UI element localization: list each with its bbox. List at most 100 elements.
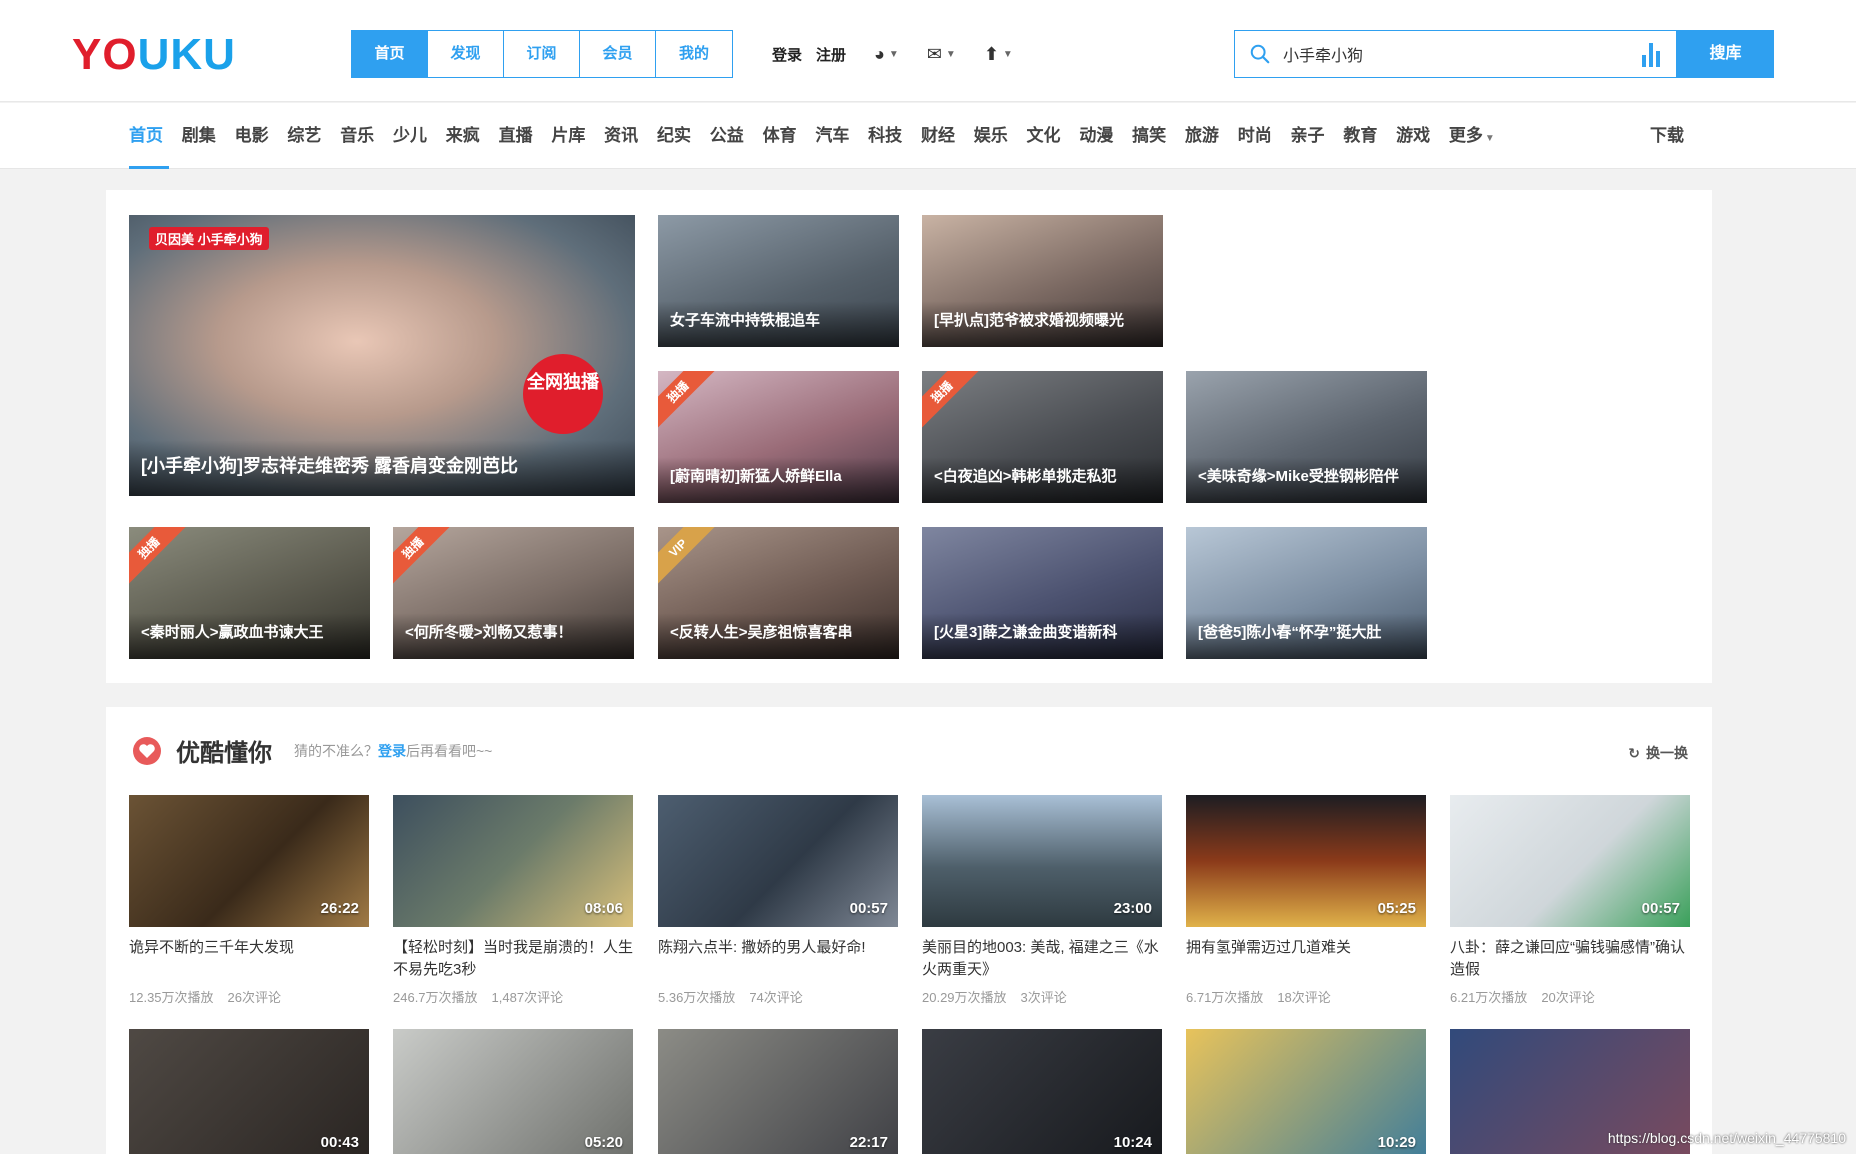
channel-item[interactable]: 亲子 [1291,103,1344,169]
channel-item[interactable]: 游戏 [1396,103,1449,169]
comment-count: 3次评论 [1020,990,1067,1005]
video-thumbnail[interactable]: 00:43 [129,1029,369,1154]
login-link[interactable]: 登录 [772,44,802,65]
history-menu[interactable]: ◕ ▼ [874,44,899,65]
featured-tile[interactable]: 女子车流中持铁棍追车 [658,215,899,347]
message-menu[interactable]: ✉ ▼ [927,44,956,65]
video-thumbnail[interactable]: 08:06 [393,795,633,927]
channel-item[interactable]: 文化 [1027,103,1080,169]
video-thumbnail[interactable]: 00:57 [1450,795,1690,927]
tile-caption: <反转人生>吴彦祖惊喜客串 [658,613,899,659]
search-input[interactable] [1283,37,1603,71]
channel-item[interactable]: 汽车 [815,103,868,169]
video-thumbnail[interactable]: 26:22 [129,795,369,927]
topnav-discover[interactable]: 发现 [428,31,504,77]
channel-item[interactable]: 娱乐 [974,103,1027,169]
channel-item-label: 电影 [234,126,269,145]
play-count: 12.35万次播放 [129,990,214,1005]
video-title[interactable]: 【轻松时刻】当时我是崩溃的！人生不易先吃3秒 [393,937,633,981]
register-link[interactable]: 注册 [816,44,846,65]
video-title[interactable]: 诡异不断的三千年大发现 [129,937,369,981]
channel-item[interactable]: 首页 [129,103,182,169]
video-card[interactable]: 00:57 八卦：薛之谦回应“骗钱骗感情”确认造假 6.21万次播放 20次评论 [1450,795,1690,1006]
video-title[interactable]: 拥有氢弹需迈过几道难关 [1186,937,1426,981]
channel-item[interactable]: 更多 ▼ [1449,103,1502,169]
video-duration: 10:24 [1113,1134,1152,1151]
channel-item[interactable]: 电影 [235,103,288,169]
video-card[interactable]: 10:24 [922,1029,1162,1154]
video-card[interactable]: 05:25 拥有氢弹需迈过几道难关 6.71万次播放 18次评论 [1186,795,1426,1006]
channel-item[interactable]: 剧集 [182,103,235,169]
upload-menu[interactable]: ⬆ ▼ [984,44,1013,65]
channel-item[interactable]: 科技 [868,103,921,169]
video-thumbnail[interactable]: 22:17 [658,1029,898,1154]
hint-login-link[interactable]: 登录 [378,743,406,759]
channel-item[interactable]: 教育 [1343,103,1396,169]
video-card[interactable]: 05:20 [393,1029,633,1154]
featured-tile[interactable]: 独播 <白夜追凶>韩彬单挑走私犯 [922,371,1163,503]
heart-icon [133,736,161,765]
featured-tile[interactable]: 独播 <秦时丽人>赢政血书谏大王 [129,527,370,659]
featured-tile[interactable]: [火星3]薛之谦金曲变谐新科 [922,527,1163,659]
channel-item[interactable]: 资讯 [604,103,657,169]
channel-item[interactable]: 时尚 [1238,103,1291,169]
video-meta: 5.36万次播放 74次评论 [658,987,898,1006]
refresh-button[interactable]: ↻ 换一换 [1628,743,1688,763]
channel-item-label: 资讯 [604,126,639,145]
featured-main-tile[interactable]: 贝因美 小手牵小狗 全网独播 [小手牵小狗]罗志祥走维密秀 露香肩变金刚芭比 [129,215,635,496]
video-card[interactable]: 23:00 美丽目的地003: 美哉, 福建之三《水火两重天》 20.29万次播放 3… [922,795,1162,1006]
youku-logo[interactable]: YOUKU [72,30,236,80]
channel-item[interactable]: 纪实 [657,103,710,169]
search-button[interactable]: 搜库 [1677,30,1774,78]
video-card[interactable]: 08:06 【轻松时刻】当时我是崩溃的！人生不易先吃3秒 246.7万次播放 1,48… [393,795,633,1006]
video-card[interactable]: 10:29 [1186,1029,1426,1154]
channel-item-label: 科技 [868,126,903,145]
channel-item[interactable]: 财经 [921,103,974,169]
featured-tile[interactable]: 独播 [蔚南晴初]新猛人娇鲜Ella [658,371,899,503]
channel-item[interactable]: 动漫 [1079,103,1132,169]
featured-tile[interactable]: 独播 <何所冬暖>刘畅又惹事！ [393,527,634,659]
video-thumbnail[interactable]: 00:57 [658,795,898,927]
section-title: 优酷懂你 [176,740,272,767]
channel-item[interactable]: 直播 [499,103,552,169]
channel-item[interactable]: 体育 [763,103,816,169]
download-link[interactable]: 下载 [1650,103,1684,169]
video-thumbnail[interactable]: 10:24 [922,1029,1162,1154]
hint-text: 猜的不准么？ [294,742,378,759]
video-title[interactable]: 陈翔六点半: 撒娇的男人最好命! [658,937,898,981]
video-title[interactable]: 八卦：薛之谦回应“骗钱骗感情”确认造假 [1450,937,1690,981]
video-card[interactable]: 22:17 [658,1029,898,1154]
topnav-home[interactable]: 首页 [352,31,428,77]
video-title[interactable]: 美丽目的地003: 美哉, 福建之三《水火两重天》 [922,937,1162,981]
topnav-subscribe[interactable]: 订阅 [504,31,580,77]
channel-item[interactable]: 综艺 [287,103,340,169]
channel-item-label: 直播 [498,126,533,145]
trending-chart-icon[interactable] [1642,43,1660,67]
channel-item[interactable]: 少儿 [393,103,446,169]
topnav-vip[interactable]: 会员 [580,31,656,77]
topnav-mine[interactable]: 我的 [656,31,732,77]
video-thumbnail[interactable]: 05:25 [1186,795,1426,927]
video-card[interactable]: 00:43 [129,1029,369,1154]
channel-item[interactable]: 片库 [551,103,604,169]
play-count: 20.29万次播放 [922,990,1007,1005]
channel-item[interactable]: 旅游 [1185,103,1238,169]
featured-tile[interactable]: VIP <反转人生>吴彦祖惊喜客串 [658,527,899,659]
chevron-down-icon: ▼ [1002,49,1013,60]
featured-tile[interactable]: <美味奇缘>Mike受挫钢彬陪伴 [1186,371,1427,503]
channel-item-label: 音乐 [340,126,375,145]
recommend-panel: 优酷懂你 猜的不准么？登录后再看看吧~~ ↻ 换一换 26:22 诡异不断的三千年… [106,707,1712,1154]
featured-tile[interactable]: [早扒点]范爷被求婚视频曝光 [922,215,1163,347]
video-thumbnail[interactable]: 10:29 [1186,1029,1426,1154]
channel-item[interactable]: 搞笑 [1132,103,1185,169]
channel-item-label: 体育 [762,126,797,145]
video-thumbnail[interactable]: 05:20 [393,1029,633,1154]
video-card[interactable]: 26:22 诡异不断的三千年大发现 12.35万次播放 26次评论 [129,795,369,1006]
channel-item[interactable]: 公益 [710,103,763,169]
channel-item[interactable]: 来疯 [446,103,499,169]
featured-tile[interactable]: [爸爸5]陈小春“怀孕”挺大肚 [1186,527,1427,659]
video-thumbnail[interactable]: 23:00 [922,795,1162,927]
video-card[interactable]: 00:57 陈翔六点半: 撒娇的男人最好命! 5.36万次播放 74次评论 [658,795,898,1006]
channel-item[interactable]: 音乐 [340,103,393,169]
channel-item-label: 公益 [709,126,744,145]
